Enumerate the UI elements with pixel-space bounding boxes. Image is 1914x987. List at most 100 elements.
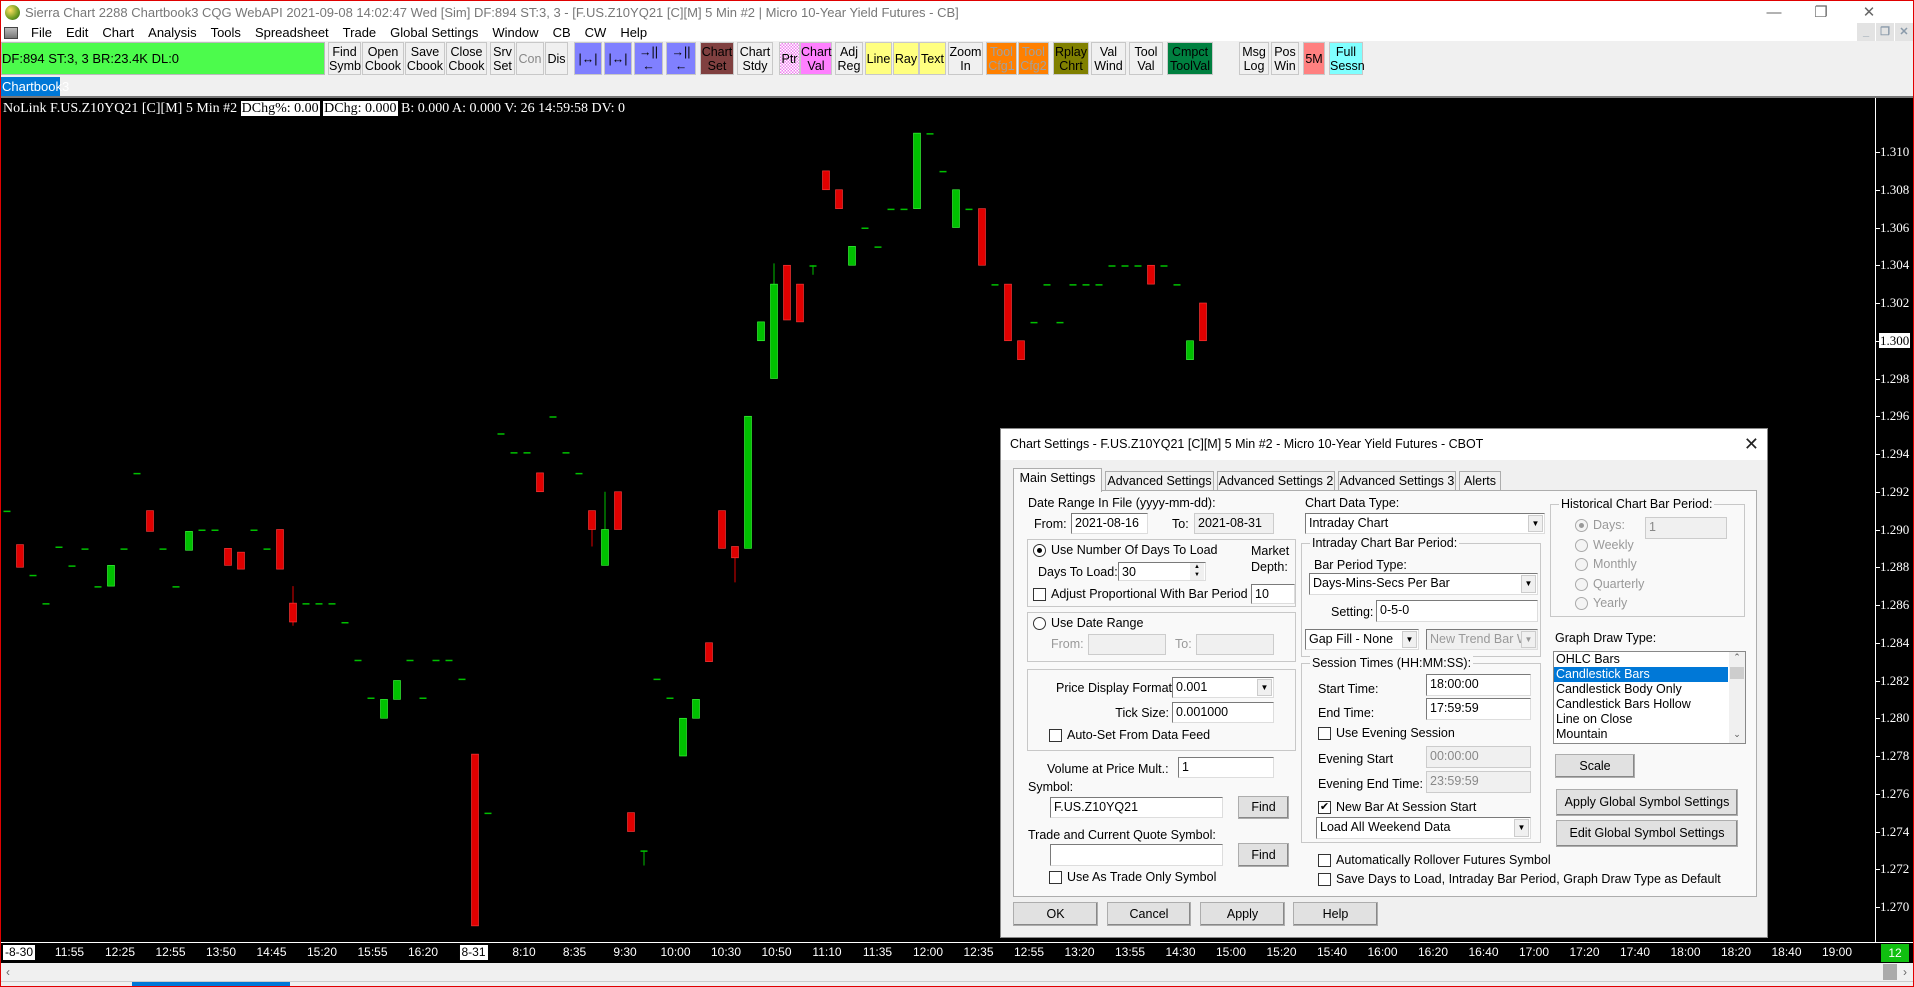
scale-button[interactable]: Scale [1555, 754, 1635, 778]
open-cbook-button[interactable]: Open Cbook [362, 42, 404, 75]
scale-4-button[interactable]: →||← [666, 42, 696, 75]
spin-down-icon[interactable]: ▼ [1190, 571, 1204, 580]
ok-button[interactable]: OK [1013, 902, 1098, 926]
use-date-range-radio[interactable] [1033, 617, 1046, 630]
trade-only-checkbox[interactable] [1049, 871, 1062, 884]
graph-type-option[interactable]: Mountain [1554, 727, 1728, 742]
pos-win-button[interactable]: Pos Win [1271, 42, 1299, 75]
scale-2-button[interactable]: |↔| [604, 42, 632, 75]
start-time-field[interactable]: 18:00:00 [1426, 674, 1531, 696]
menu-spreadsheet[interactable]: Spreadsheet [248, 25, 336, 41]
dis-button[interactable]: Dis [545, 42, 568, 75]
tool-cfg2-button[interactable]: Tool Cfg2 [1018, 42, 1049, 75]
srv-set-button[interactable]: Srv Set [490, 42, 515, 75]
msg-log-button[interactable]: Msg Log [1239, 42, 1269, 75]
menu-trade[interactable]: Trade [336, 25, 383, 41]
menu-tools[interactable]: Tools [204, 25, 248, 41]
from-date-field[interactable]: 2021-08-16 [1071, 513, 1148, 534]
restore-button[interactable]: ❐ [1798, 1, 1844, 25]
market-depth-field[interactable]: 10 [1251, 584, 1295, 604]
scroll-thumb[interactable] [1883, 964, 1897, 980]
help-button[interactable]: Help [1293, 902, 1378, 926]
mdi-minimize-icon[interactable]: _ [1857, 23, 1875, 41]
scroll-right-icon[interactable]: › [1898, 963, 1912, 981]
con-button[interactable]: Con [516, 42, 544, 75]
auto-set-checkbox[interactable] [1049, 729, 1062, 742]
horizontal-scrollbar[interactable]: ‹ › [1, 963, 1913, 981]
graph-type-option[interactable]: Candlestick Bars [1554, 667, 1728, 682]
spin-up-icon[interactable]: ▲ [1190, 563, 1204, 571]
scroll-down-icon[interactable]: ⌄ [1729, 729, 1745, 743]
mdi-system-icon[interactable] [4, 27, 18, 39]
weekend-data-select[interactable]: Load All Weekend Data ▼ [1316, 817, 1531, 839]
apply-global-symbol-settings-button[interactable]: Apply Global Symbol Settings [1556, 789, 1738, 816]
adjust-proportional-checkbox[interactable] [1033, 588, 1046, 601]
symbol-field[interactable]: F.US.Z10YQ21 [1050, 797, 1223, 818]
find-trade-symbol-button[interactable]: Find [1238, 843, 1289, 867]
close-button[interactable]: ✕ [1846, 1, 1892, 25]
adj-reg-button[interactable]: Adj Reg [835, 42, 863, 75]
list-scroll-thumb[interactable] [1730, 667, 1744, 679]
dialog-close-icon[interactable]: ✕ [1744, 429, 1759, 460]
chart-set-button[interactable]: Chart Set [700, 42, 734, 75]
tab-alerts[interactable]: Alerts [1459, 471, 1501, 491]
bar-period-type-select[interactable]: Days-Mins-Secs Per Bar ▼ [1309, 573, 1538, 595]
new-bar-checkbox[interactable]: ✔ [1318, 801, 1331, 814]
price-axis[interactable]: 1.310 1.308 1.306 1.304 1.302 1.300 1.298 1.296… [1875, 98, 1913, 942]
minimize-button[interactable]: — [1751, 1, 1797, 25]
mdi-close-icon[interactable]: ✕ [1895, 23, 1913, 41]
tool-cfg1-button[interactable]: Tool Cfg1 [986, 42, 1017, 75]
tool-val-button[interactable]: Tool Val [1129, 42, 1163, 75]
menu-edit[interactable]: Edit [59, 25, 95, 41]
chart-stdy-button[interactable]: Chart Stdy [737, 42, 773, 75]
price-format-select[interactable]: 0.001 ▼ [1172, 677, 1274, 698]
menu-analysis[interactable]: Analysis [141, 25, 203, 41]
tick-size-field[interactable]: 0.001000 [1172, 702, 1274, 723]
sheet-tab-indicator[interactable] [132, 982, 290, 986]
chart-data-type-select[interactable]: Intraday Chart ▼ [1305, 513, 1545, 534]
save-cbook-button[interactable]: Save Cbook [405, 42, 445, 75]
tab-advanced-settings-3[interactable]: Advanced Settings 3 [1338, 471, 1456, 491]
chartbook-tab[interactable]: Chartbook3 [1, 77, 69, 96]
ptr-button[interactable]: Ptr [779, 42, 800, 75]
menu-file[interactable]: File [24, 25, 59, 41]
trade-symbol-field[interactable] [1050, 844, 1223, 866]
graph-type-option[interactable]: Candlestick Bars Hollow [1554, 697, 1728, 712]
list-scrollbar[interactable]: ⌃ ⌄ [1729, 652, 1745, 743]
rollover-checkbox[interactable] [1318, 854, 1331, 867]
use-evening-checkbox[interactable] [1318, 727, 1331, 740]
tab-main-settings[interactable]: Main Settings [1013, 468, 1102, 492]
edit-global-symbol-settings-button[interactable]: Edit Global Symbol Settings [1556, 820, 1738, 847]
5m-button[interactable]: 5M [1303, 42, 1325, 75]
apply-button[interactable]: Apply [1200, 902, 1285, 926]
days-to-load-stepper[interactable]: 30 ▲ ▼ [1118, 562, 1206, 581]
bar-setting-field[interactable]: 0-5-0 [1376, 600, 1538, 622]
menu-window[interactable]: Window [485, 25, 545, 41]
full-sessn-button[interactable]: Full Sessn [1329, 42, 1365, 75]
graph-type-option[interactable]: OHLC Bars [1554, 652, 1728, 667]
use-days-radio[interactable] [1033, 544, 1046, 557]
time-axis[interactable]: 12 -8-30 11:55 12:25 12:55 13:50 14:45 15:20 15… [1, 942, 1913, 963]
menu-chart[interactable]: Chart [95, 25, 141, 41]
scroll-left-icon[interactable]: ‹ [1, 963, 15, 981]
text-button[interactable]: Text [919, 42, 946, 75]
cancel-button[interactable]: Cancel [1107, 902, 1191, 926]
graph-type-option[interactable]: Candlestick Body Only [1554, 682, 1728, 697]
end-time-field[interactable]: 17:59:59 [1426, 698, 1531, 720]
rplay-chrt-button[interactable]: Rplay Chrt [1053, 42, 1089, 75]
tab-advanced-settings[interactable]: Advanced Settings [1105, 471, 1214, 491]
close-cbook-button[interactable]: Close Cbook [446, 42, 487, 75]
ray-button[interactable]: Ray [893, 42, 919, 75]
find-symb-button[interactable]: Find Symb [328, 42, 361, 75]
scale-1-button[interactable]: |↔| [574, 42, 602, 75]
gap-fill-select[interactable]: Gap Fill - None ▼ [1305, 629, 1419, 650]
menu-global-settings[interactable]: Global Settings [383, 25, 485, 41]
menu-cb[interactable]: CB [546, 25, 578, 41]
find-symbol-button[interactable]: Find [1238, 796, 1289, 819]
zoom-in-button[interactable]: Zoom In [948, 42, 983, 75]
vap-field[interactable]: 1 [1178, 757, 1274, 778]
val-wind-button[interactable]: Val Wind [1091, 42, 1126, 75]
mdi-restore-icon[interactable]: ❐ [1876, 23, 1894, 41]
scale-3-button[interactable]: →||← [634, 42, 663, 75]
save-default-checkbox[interactable] [1318, 873, 1331, 886]
